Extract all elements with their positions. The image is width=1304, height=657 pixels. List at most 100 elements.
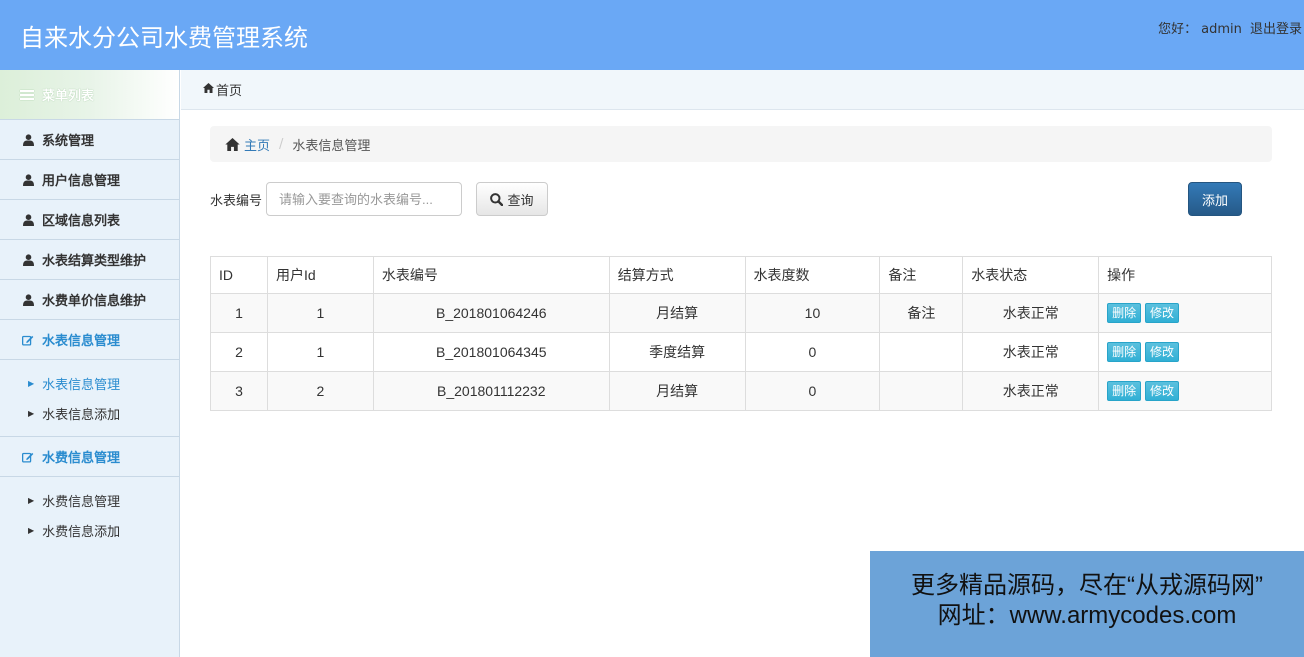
sidebar-subitem-label: 水费信息添加 <box>42 524 121 540</box>
cell-actions: 删除 修改 <box>1098 371 1272 411</box>
cell-remark <box>879 332 964 372</box>
sidebar-item-label: 区域信息列表 <box>42 214 121 229</box>
search-button[interactable]: 查询 <box>476 182 548 216</box>
column-header: 结算方式 <box>608 256 746 294</box>
user-icon <box>22 293 34 306</box>
cell-settlement: 月结算 <box>608 371 746 411</box>
sidebar-subitem-label: 水表信息添加 <box>42 407 121 423</box>
meter-table: ID 用户Id 水表编号 结算方式 水表度数 备注 水表状态 操作 1 1 B_… <box>210 256 1272 411</box>
cell-status: 水表正常 <box>962 332 1100 372</box>
meter-submenu: ▶ 水表信息管理 ▶ 水表信息添加 <box>0 360 179 437</box>
caret-right-icon: ▶ <box>28 495 35 505</box>
edit-button[interactable]: 修改 <box>1145 303 1180 323</box>
top-breadcrumb-home[interactable]: 首页 <box>216 80 242 99</box>
caret-right-icon: ▶ <box>28 408 35 418</box>
caret-right-icon: ▶ <box>28 525 35 535</box>
column-header: 水表度数 <box>744 256 881 294</box>
breadcrumb-home-label: 主页 <box>244 138 271 154</box>
sidebar-item-label: 用户信息管理 <box>42 174 121 189</box>
caret-right-icon: ▶ <box>28 378 35 388</box>
cell-meter-number: B_201801064246 <box>372 293 610 333</box>
watermark-line-1: 更多精品源码，尽在“从戎源码网” <box>911 572 1263 599</box>
app-title: 自来水分公司水费管理系统 <box>20 24 308 52</box>
watermark-line-2: 网址：www.armycodes.com <box>937 602 1237 629</box>
cell-id: 2 <box>210 332 268 372</box>
sidebar-subitem-meter-add[interactable]: ▶ 水表信息添加 <box>0 398 179 428</box>
sidebar-item-label: 水表结算类型维护 <box>42 254 147 269</box>
edit-button[interactable]: 修改 <box>1145 381 1180 401</box>
menu-header-label: 菜单列表 <box>42 89 95 104</box>
sidebar-item-system[interactable]: 系统管理 <box>0 120 179 160</box>
table-row: 1 1 B_201801064246 月结算 10 备注 水表正常 删除 修改 <box>210 293 1272 333</box>
sidebar-subitem-label: 水表信息管理 <box>42 377 121 393</box>
top-header: 自来水分公司水费管理系统 您好： admin 退出登录 <box>0 0 1304 70</box>
table-header-row: ID 用户Id 水表编号 结算方式 水表度数 备注 水表状态 操作 <box>210 256 1272 294</box>
list-icon <box>20 88 34 102</box>
delete-button[interactable]: 删除 <box>1107 342 1142 362</box>
table-row: 3 2 B_201801112232 月结算 0 水表正常 删除 修改 <box>210 371 1272 411</box>
cell-id: 1 <box>210 293 268 333</box>
user-box: 您好： admin 退出登录 <box>1154 18 1302 37</box>
home-icon <box>225 137 240 151</box>
sidebar-subitem-label: 水费信息管理 <box>42 494 121 510</box>
sidebar-subitem-fee-add[interactable]: ▶ 水费信息添加 <box>0 515 179 545</box>
fee-submenu: ▶ 水费信息管理 ▶ 水费信息添加 <box>0 477 179 553</box>
sidebar-section-label: 水费信息管理 <box>42 451 121 466</box>
meter-number-search-input[interactable] <box>266 182 462 216</box>
cell-remark <box>879 371 964 411</box>
search-icon <box>490 192 504 206</box>
breadcrumb-home-link[interactable]: 主页 <box>225 135 270 154</box>
username-text: admin <box>1201 22 1242 37</box>
table-row: 2 1 B_201801064345 季度结算 0 水表正常 删除 修改 <box>210 332 1272 372</box>
sidebar-subitem-fee-manage[interactable]: ▶ 水费信息管理 <box>0 485 179 515</box>
sidebar-subitem-meter-manage[interactable]: ▶ 水表信息管理 <box>0 368 179 398</box>
sidebar-item-regions[interactable]: 区域信息列表 <box>0 200 179 240</box>
logout-link[interactable]: 退出登录 <box>1250 22 1302 37</box>
cell-actions: 删除 修改 <box>1098 293 1272 333</box>
menu-header: 菜单列表 <box>0 70 179 120</box>
sidebar-item-label: 水费单价信息维护 <box>42 294 147 309</box>
top-breadcrumb: 首页 <box>181 70 1304 110</box>
column-header: 用户Id <box>266 256 374 294</box>
delete-button[interactable]: 删除 <box>1107 303 1142 323</box>
user-icon <box>22 253 34 266</box>
breadcrumb: 主页 / 水表信息管理 <box>210 126 1272 162</box>
breadcrumb-current: 水表信息管理 <box>292 138 371 154</box>
sidebar-section-meter[interactable]: 水表信息管理 <box>0 320 179 360</box>
sidebar-item-label: 系统管理 <box>42 134 95 149</box>
sidebar-section-fee[interactable]: 水费信息管理 <box>0 437 179 477</box>
cell-remark: 备注 <box>879 293 964 333</box>
greeting-text: 您好： <box>1158 22 1198 37</box>
edit-icon <box>22 451 34 463</box>
cell-user-id: 1 <box>266 293 374 333</box>
column-header: 水表编号 <box>372 256 610 294</box>
cell-user-id: 2 <box>266 371 374 411</box>
sidebar-item-unit-price[interactable]: 水费单价信息维护 <box>0 280 179 320</box>
home-icon <box>203 82 214 97</box>
edit-icon <box>22 334 34 346</box>
sidebar-item-users[interactable]: 用户信息管理 <box>0 160 179 200</box>
cell-id: 3 <box>210 371 268 411</box>
column-header: 操作 <box>1098 256 1272 294</box>
sidebar-item-settlement-types[interactable]: 水表结算类型维护 <box>0 240 179 280</box>
cell-meter-number: B_201801064345 <box>372 332 610 372</box>
add-button[interactable]: 添加 <box>1188 182 1242 216</box>
cell-user-id: 1 <box>266 332 374 372</box>
column-header: 备注 <box>879 256 964 294</box>
search-button-label: 查询 <box>507 193 534 209</box>
sidebar-section-label: 水表信息管理 <box>42 334 121 349</box>
delete-button[interactable]: 删除 <box>1107 381 1142 401</box>
watermark-banner: 更多精品源码，尽在“从戎源码网” 网址：www.armycodes.com <box>870 551 1304 657</box>
breadcrumb-separator: / <box>279 136 284 152</box>
user-icon <box>22 213 34 226</box>
column-header: ID <box>210 256 268 294</box>
user-icon <box>22 133 34 146</box>
search-label: 水表编号 <box>210 194 263 209</box>
edit-button[interactable]: 修改 <box>1145 342 1180 362</box>
cell-actions: 删除 修改 <box>1098 332 1272 372</box>
column-header: 水表状态 <box>962 256 1100 294</box>
cell-settlement: 月结算 <box>608 293 746 333</box>
cell-status: 水表正常 <box>962 293 1100 333</box>
cell-reading: 0 <box>744 332 881 372</box>
cell-meter-number: B_201801112232 <box>372 371 610 411</box>
